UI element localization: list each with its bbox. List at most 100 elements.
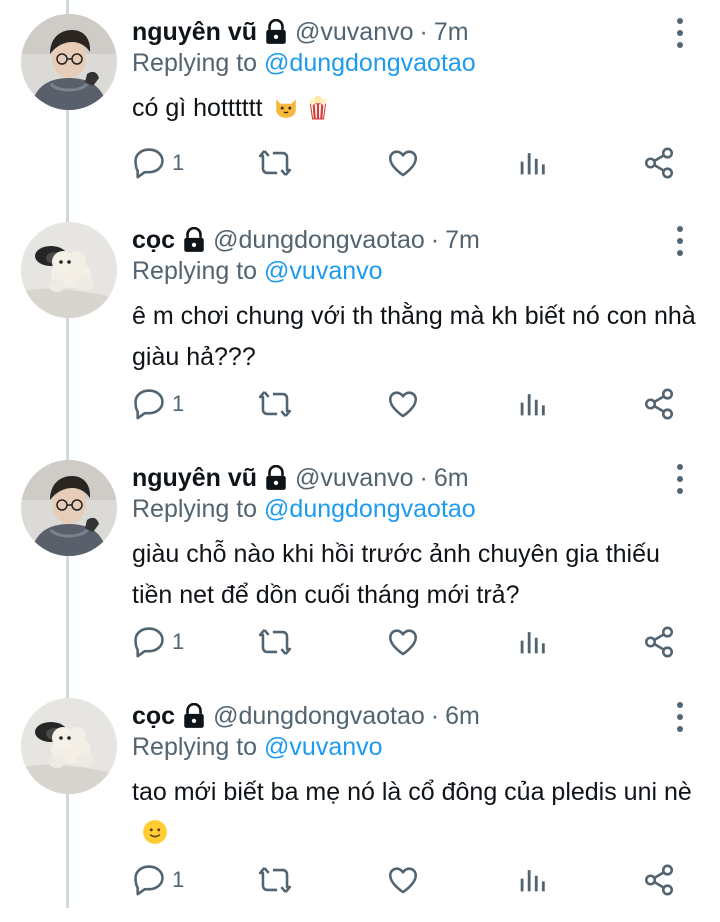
separator: · — [430, 701, 440, 730]
tweet-header: cọc @dungdongvaotao · 6m — [132, 698, 480, 734]
display-name[interactable]: cọc — [132, 226, 175, 255]
retweet-icon — [258, 146, 292, 180]
display-name[interactable]: nguyên vũ — [132, 18, 257, 47]
retweet-button[interactable] — [258, 384, 292, 424]
analytics-icon — [515, 863, 549, 897]
lock-icon — [263, 19, 289, 45]
user-handle[interactable]: @dungdongvaotao — [213, 226, 425, 255]
share-button[interactable] — [642, 143, 676, 183]
more-options-icon[interactable] — [668, 462, 692, 496]
mention-link[interactable]: @vuvanvo — [264, 733, 383, 761]
tweet-text: có gì hotttttt — [132, 88, 702, 129]
timestamp[interactable]: 6m — [434, 464, 469, 493]
share-button[interactable] — [642, 622, 676, 662]
more-options-icon[interactable] — [668, 16, 692, 50]
action-bar: 1 — [0, 622, 720, 662]
tweet-text-content: có gì hotttttt — [132, 94, 263, 122]
action-bar: 1 — [0, 384, 720, 424]
more-options-icon[interactable] — [668, 700, 692, 734]
timestamp[interactable]: 7m — [445, 226, 480, 255]
share-button[interactable] — [642, 860, 676, 900]
tweet-header: nguyên vũ @vuvanvo · 6m — [132, 460, 469, 496]
share-icon — [642, 625, 676, 659]
retweet-button[interactable] — [258, 860, 292, 900]
analytics-button[interactable] — [515, 622, 549, 662]
retweet-icon — [258, 387, 292, 421]
lock-icon — [181, 703, 207, 729]
reply-count: 1 — [172, 629, 185, 654]
retweet-button[interactable] — [258, 143, 292, 183]
replying-to: Replying to @vuvanvo — [132, 257, 383, 286]
like-button[interactable] — [386, 384, 420, 424]
heart-icon — [386, 146, 420, 180]
retweet-icon — [258, 863, 292, 897]
share-icon — [642, 146, 676, 180]
share-button[interactable] — [642, 384, 676, 424]
mention-link[interactable]: @dungdongvaotao — [264, 49, 476, 77]
reply-icon — [132, 387, 166, 421]
timestamp[interactable]: 7m — [434, 18, 469, 47]
tweet-text: giàu chỗ nào khi hồi trước ảnh chuyên gi… — [132, 540, 660, 609]
slightly-smiling-emoji-icon — [142, 819, 168, 845]
display-name[interactable]: nguyên vũ — [132, 464, 257, 493]
heart-icon — [386, 387, 420, 421]
share-icon — [642, 863, 676, 897]
tweet-header: nguyên vũ @vuvanvo · 7m — [132, 14, 469, 50]
action-bar: 1 — [0, 143, 720, 183]
tweet[interactable]: cọc @dungdongvaotao · 7m Replying to @vu… — [0, 208, 720, 446]
heart-icon — [386, 625, 420, 659]
reply-button[interactable]: 1 — [132, 143, 184, 183]
avatar[interactable] — [21, 222, 117, 318]
replying-to: Replying to @dungdongvaotao — [132, 49, 476, 78]
like-button[interactable] — [386, 143, 420, 183]
analytics-button[interactable] — [515, 384, 549, 424]
timestamp[interactable]: 6m — [445, 702, 480, 731]
reply-icon — [132, 863, 166, 897]
tweet[interactable]: nguyên vũ @vuvanvo · 7m Replying to @dun… — [0, 0, 720, 238]
replying-to-label: Replying to — [132, 733, 258, 761]
separator: · — [419, 17, 428, 46]
replying-to-label: Replying to — [132, 257, 258, 285]
tweet-text-content: tao mới biết ba mẹ nó là cổ đông của ple… — [132, 778, 692, 806]
display-name[interactable]: cọc — [132, 702, 175, 731]
reply-count: 1 — [172, 867, 185, 892]
tweet[interactable]: nguyên vũ @vuvanvo · 6m Replying to @dun… — [0, 446, 720, 684]
tweet-text: tao mới biết ba mẹ nó là cổ đông của ple… — [132, 772, 702, 854]
separator: · — [419, 463, 428, 492]
plush-avatar-icon — [21, 698, 117, 794]
reply-icon — [132, 625, 166, 659]
avatar[interactable] — [21, 14, 117, 110]
mention-link[interactable]: @vuvanvo — [264, 257, 383, 285]
reply-button[interactable]: 1 — [132, 622, 184, 662]
avatar[interactable] — [21, 698, 117, 794]
like-button[interactable] — [386, 622, 420, 662]
cat-emoji-icon — [273, 94, 299, 120]
more-options-icon[interactable] — [668, 224, 692, 258]
share-icon — [642, 387, 676, 421]
lock-icon — [263, 465, 289, 491]
analytics-icon — [515, 387, 549, 421]
avatar[interactable] — [21, 460, 117, 556]
replying-to: Replying to @dungdongvaotao — [132, 495, 476, 524]
reply-count: 1 — [172, 150, 185, 175]
analytics-button[interactable] — [515, 860, 549, 900]
retweet-button[interactable] — [258, 622, 292, 662]
like-button[interactable] — [386, 860, 420, 900]
boy-avatar-icon — [21, 14, 117, 110]
user-handle[interactable]: @vuvanvo — [295, 18, 414, 47]
mention-link[interactable]: @dungdongvaotao — [264, 495, 476, 523]
replying-to-label: Replying to — [132, 495, 258, 523]
user-handle[interactable]: @dungdongvaotao — [213, 702, 425, 731]
tweet-header: cọc @dungdongvaotao · 7m — [132, 222, 480, 258]
reply-button[interactable]: 1 — [132, 384, 184, 424]
user-handle[interactable]: @vuvanvo — [295, 464, 414, 493]
tweet[interactable]: cọc @dungdongvaotao · 6m Replying to @vu… — [0, 684, 720, 922]
tweet-text: ê m chơi chung với th thằng mà kh biết n… — [132, 302, 696, 371]
heart-icon — [386, 863, 420, 897]
boy-avatar-icon — [21, 460, 117, 556]
reply-icon — [132, 146, 166, 180]
analytics-icon — [515, 146, 549, 180]
replying-to: Replying to @vuvanvo — [132, 733, 383, 762]
analytics-button[interactable] — [515, 143, 549, 183]
reply-button[interactable]: 1 — [132, 860, 184, 900]
